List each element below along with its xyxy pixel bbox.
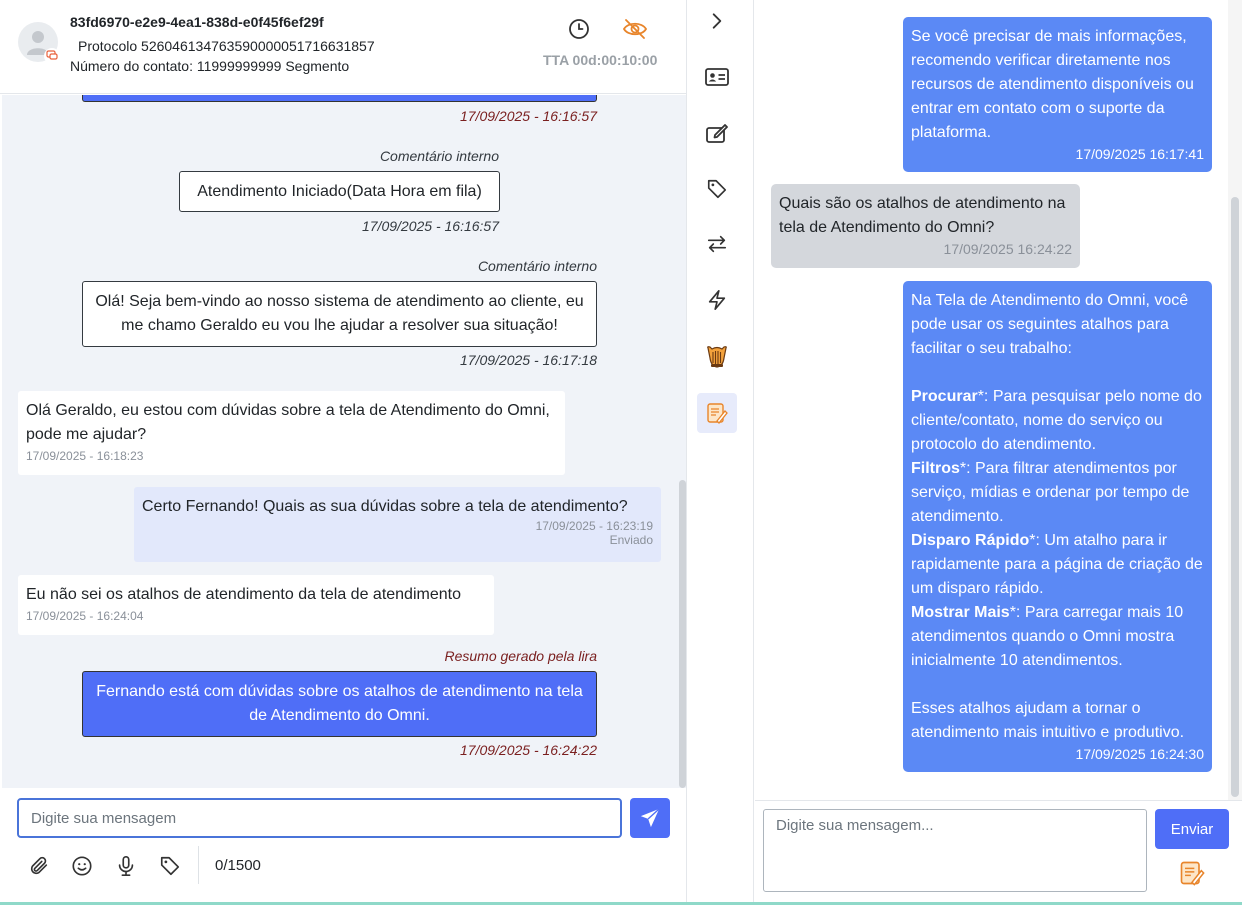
conversation-header: 83fd6970-e2e9-4ea1-838d-e0f45f6ef29f Pro… (0, 0, 686, 94)
message-text: Quais são os atalhos de atendimento na t… (779, 195, 1066, 236)
shortcut-item: Procurar*: Para pesquisar pelo nome do c… (911, 385, 1204, 457)
conversation-panel: 83fd6970-e2e9-4ea1-838d-e0f45f6ef29f Pro… (0, 0, 687, 902)
previous-message-bubble (82, 95, 597, 102)
lira-summary: Fernando está com dúvidas sobre os atalh… (82, 671, 597, 737)
tta-timer: TTA 00d:00:10:00 (543, 52, 658, 68)
message-timestamp: 17/09/2025 - 16:24:22 (459, 742, 597, 758)
shortcut-key: Procurar (911, 388, 978, 405)
composer-divider (755, 800, 1242, 801)
internal-note: Atendimento Iniciado(Data Hora em fila) (179, 171, 500, 212)
message-list[interactable]: 17/09/2025 - 16:16:57 Comentário interno… (2, 95, 686, 788)
transfer-icon[interactable] (697, 224, 737, 264)
message-time: 17/09/2025 - 16:18:23 (26, 449, 144, 463)
message-time: 17/09/2025 - 16:24:04 (26, 609, 144, 623)
tag-icon[interactable] (158, 854, 182, 878)
internal-note-label: Comentário interno (477, 258, 597, 274)
outgoing-message: Certo Fernando! Quais as sua dúvidas sob… (134, 487, 661, 562)
lira-harp-icon[interactable] (697, 337, 737, 377)
lightning-icon[interactable] (697, 280, 737, 320)
assistant-send-button[interactable]: Enviar (1155, 809, 1229, 849)
app-root: 83fd6970-e2e9-4ea1-838d-e0f45f6ef29f Pro… (0, 0, 1242, 905)
message-time: 17/09/2025 16:17:41 (1075, 146, 1204, 162)
message-text: Certo Fernando! Quais as sua dúvidas sob… (142, 498, 628, 515)
chat-badge-icon (44, 48, 60, 64)
assistant-input-wrapper (763, 809, 1147, 892)
microphone-icon[interactable] (114, 854, 138, 878)
message-timestamp: 17/09/2025 - 16:16:57 (459, 108, 597, 124)
message-time: 17/09/2025 16:24:30 (1075, 746, 1204, 762)
paperclip-icon[interactable] (27, 854, 51, 878)
edit-icon[interactable] (697, 113, 737, 153)
message-text: Eu não sei os atalhos de atendimento da … (26, 586, 461, 603)
clock-icon[interactable] (567, 17, 591, 46)
send-icon (640, 808, 660, 828)
contact-card-icon[interactable] (697, 57, 737, 97)
message-status: Enviado (609, 533, 653, 547)
shortcut-item: Mostrar Mais*: Para carregar mais 10 ate… (911, 601, 1204, 673)
message-scrollbar[interactable] (679, 480, 686, 788)
tag-icon[interactable] (697, 169, 737, 209)
user-question: Quais são os atalhos de atendimento na t… (771, 184, 1080, 268)
message-timestamp: 17/09/2025 - 16:17:18 (459, 352, 597, 368)
conversation-id: 83fd6970-e2e9-4ea1-838d-e0f45f6ef29f (70, 14, 324, 30)
contact-info: Número do contato: 11999999999 Segmento (70, 58, 350, 74)
send-button[interactable] (630, 798, 670, 838)
shortcut-item: Disparo Rápido*: Um atalho para ir rapid… (911, 529, 1204, 601)
assistant-message-input[interactable] (764, 810, 1146, 891)
message-text: Se você precisar de mais informações, re… (911, 28, 1194, 141)
message-timestamp: 17/09/2025 - 16:16:57 (361, 218, 499, 234)
summary-label: Resumo gerado pela lira (444, 648, 597, 664)
shortcut-key: Mostrar Mais (911, 604, 1010, 621)
message-time: 17/09/2025 - 16:23:19 (535, 519, 653, 533)
shortcut-key: Disparo Rápido (911, 532, 1030, 549)
protocol-number: Protocolo 52604613476359000005171663185​… (78, 38, 375, 54)
shortcut-key: Filtros (911, 460, 960, 477)
message-text: Olá Geraldo, eu estou com dúvidas sobre … (26, 402, 550, 443)
assistant-message-list[interactable]: Se você precisar de mais informações, re… (755, 0, 1228, 800)
avatar (18, 22, 60, 64)
character-counter: 0/1500 (215, 857, 261, 874)
incoming-message: Olá Geraldo, eu estou com dúvidas sobre … (18, 391, 565, 475)
lira-note-icon[interactable] (1177, 858, 1207, 888)
assistant-message: Se você precisar de mais informações, re… (903, 17, 1212, 172)
chevron-right-icon[interactable] (697, 1, 737, 41)
toolbar-divider (198, 846, 199, 884)
shortcut-item: Filtros*: Para filtrar atendimentos por … (911, 457, 1204, 529)
internal-note: Olá! Seja bem-vindo ao nosso sistema de … (82, 281, 597, 347)
answer-outro: Esses atalhos ajudam a tornar o atendime… (911, 700, 1185, 741)
incoming-message: Eu não sei os atalhos de atendimento da … (18, 575, 494, 635)
answer-intro: Na Tela de Atendimento do Omni, você pod… (911, 292, 1189, 357)
lira-note-icon[interactable] (697, 393, 737, 433)
assistant-answer: Na Tela de Atendimento do Omni, você pod… (903, 281, 1212, 772)
assistant-scrollbar[interactable] (1231, 197, 1239, 797)
internal-note-label: Comentário interno (379, 148, 499, 164)
emoji-icon[interactable] (70, 854, 94, 878)
eye-off-icon[interactable] (622, 17, 648, 46)
message-input-wrapper (17, 798, 622, 838)
action-sidebar (688, 0, 754, 902)
message-input[interactable] (19, 800, 620, 836)
message-time: 17/09/2025 16:24:22 (943, 241, 1072, 257)
lira-assistant-panel: Se você precisar de mais informações, re… (755, 0, 1242, 902)
